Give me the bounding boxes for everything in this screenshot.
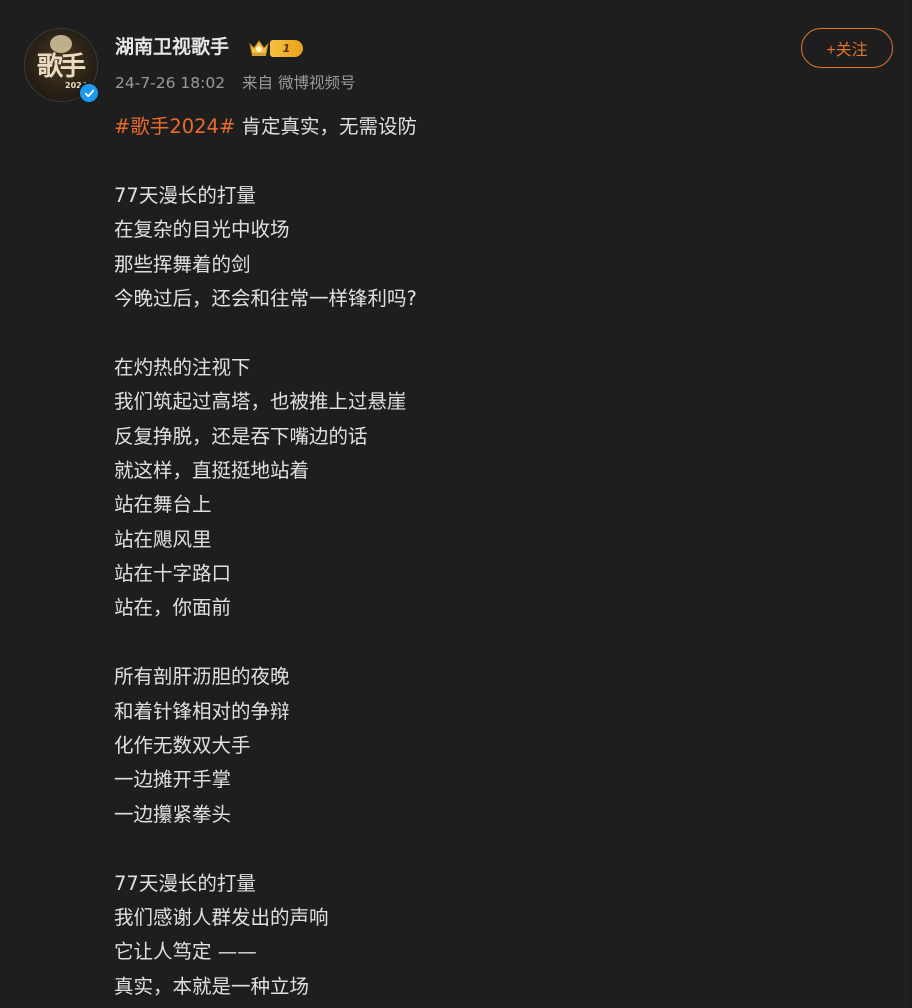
crown-icon — [249, 40, 269, 56]
post-line: 就这样，直挺挺地站着 — [114, 458, 310, 482]
avatar-logo-text: 歌手 — [37, 52, 86, 82]
headline-text: 肯定真实，无需设防 — [235, 115, 418, 138]
post-line: 77天漫长的打量 — [114, 871, 256, 895]
post-body: #歌手2024# 肯定真实，无需设防 77天漫长的打量 在复杂的目光中收场 那些挥舞… — [114, 110, 874, 1004]
post-source: 来自 微博视频号 — [242, 74, 356, 92]
post-headline: #歌手2024# 肯定真实，无需设防 — [114, 110, 874, 144]
post-line: 在复杂的目光中收场 — [114, 218, 290, 242]
post-line — [114, 832, 874, 866]
post-line: 真实，本就是一种立场 — [114, 974, 310, 998]
post-line: 我们感谢人群发出的声响 — [114, 905, 329, 929]
verified-icon — [78, 82, 100, 104]
post-line: 一边摊开手掌 — [114, 768, 232, 792]
post-line: 化作无数双大手 — [114, 734, 251, 758]
post-line: 反复挣脱，还是吞下嘴边的话 — [114, 424, 368, 448]
post-line: 在灼热的注视下 — [114, 355, 251, 379]
level-badge-icon: 1 — [270, 40, 303, 57]
weibo-post-card: 歌手 2024 湖南卫视歌手 1 24-7-26 18:02 来自 微博视频号 … — [0, 0, 906, 1005]
post-line: 今晚过后，还会和往常一样锋利吗? — [114, 286, 417, 310]
post-time[interactable]: 24-7-26 18:02 — [115, 74, 225, 92]
post-line: 77天漫长的打量 — [114, 183, 256, 207]
username[interactable]: 湖南卫视歌手 — [115, 34, 229, 60]
post-line — [114, 626, 874, 660]
post-meta: 24-7-26 18:02 来自 微博视频号 — [115, 72, 355, 94]
post-line: 站在飓风里 — [114, 527, 212, 551]
post-line: 它让人笃定 —— — [114, 940, 257, 964]
post-line — [114, 316, 874, 350]
post-line: 站在，你面前 — [114, 596, 232, 620]
post-line: 所有剖肝沥胆的夜晚 — [114, 665, 290, 689]
post-line: 那些挥舞着的剑 — [114, 252, 251, 276]
post-line: 一边攥紧拳头 — [114, 802, 232, 826]
follow-button[interactable]: +关注 — [801, 28, 893, 68]
post-line: 和着针锋相对的争辩 — [114, 699, 290, 723]
post-line: 站在舞台上 — [114, 493, 212, 517]
post-lines: 77天漫长的打量 在复杂的目光中收场 那些挥舞着的剑 今晚过后，还会和往常一样锋利吗?… — [114, 144, 874, 1004]
post-line — [114, 144, 874, 178]
post-line: 站在十字路口 — [114, 562, 232, 586]
hashtag-link[interactable]: #歌手2024# — [114, 115, 235, 138]
post-line: 我们筑起过高塔，也被推上过悬崖 — [114, 390, 407, 414]
avatar-emblem — [50, 35, 72, 53]
